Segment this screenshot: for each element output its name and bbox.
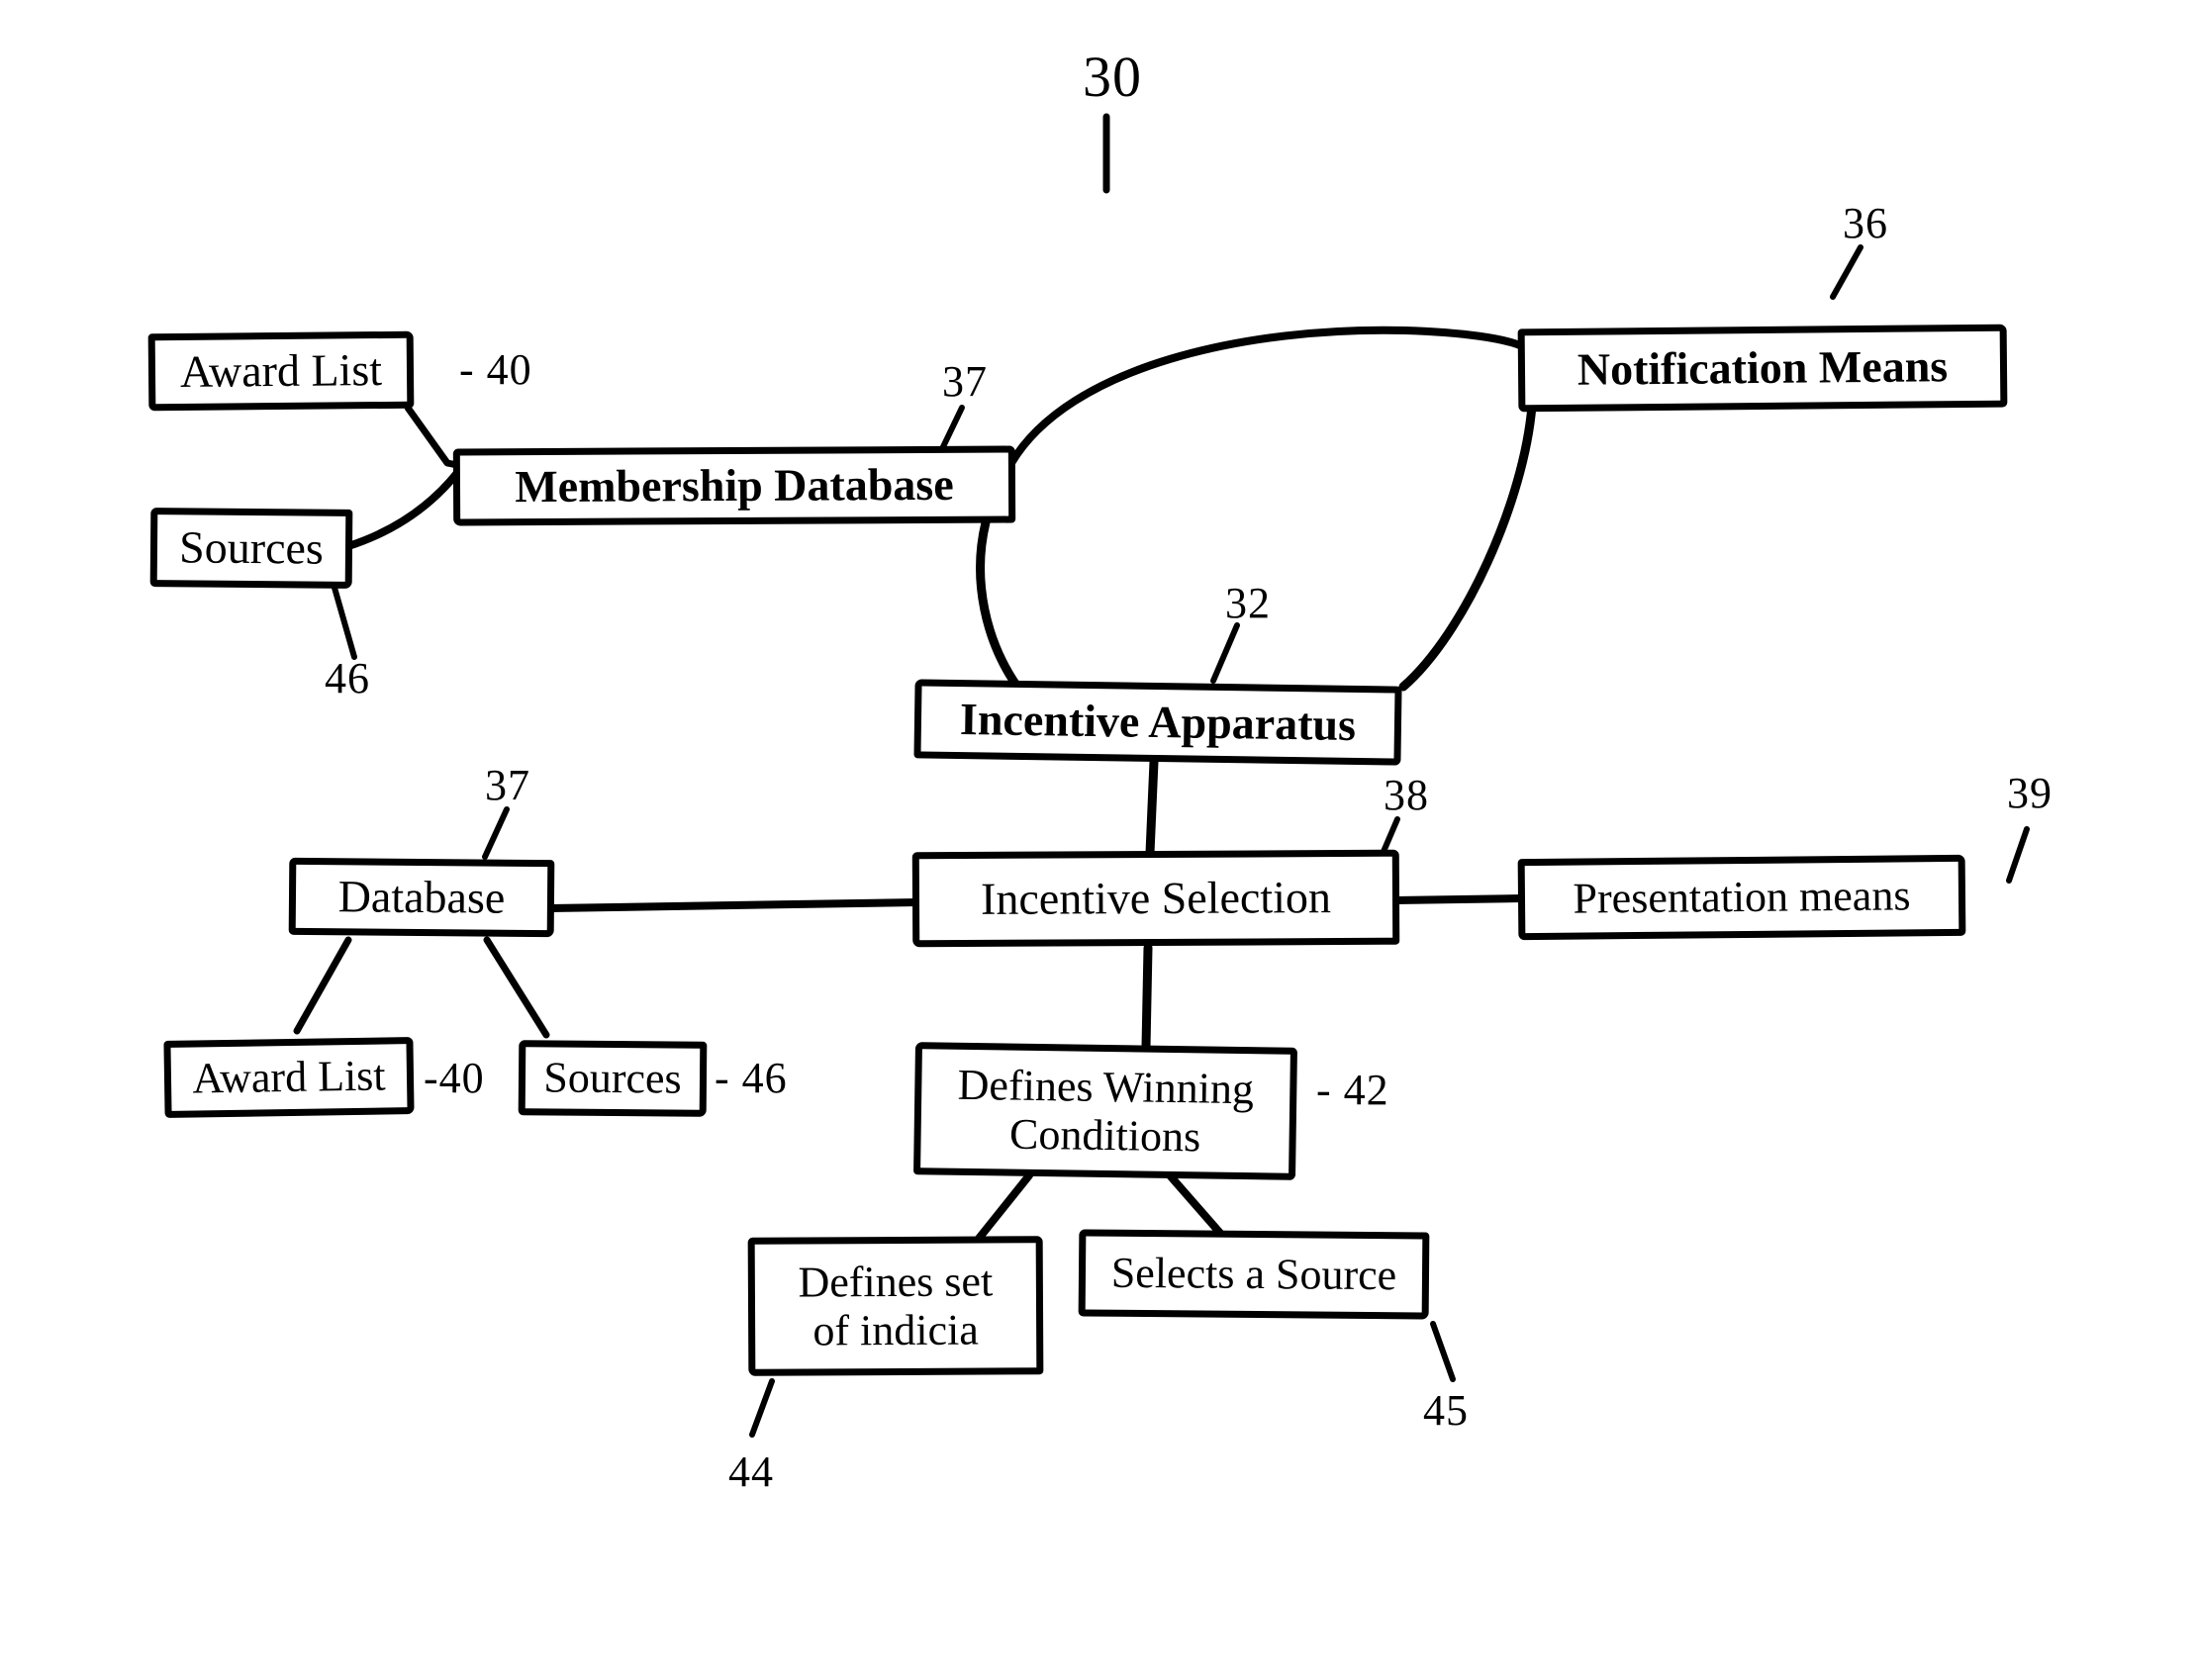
ref-numeral-38: 38 (1384, 771, 1429, 819)
node-label: Notification Means (1576, 340, 1949, 396)
node-sources-bottom[interactable]: Sources (518, 1040, 708, 1117)
wire-database-incentiveselection (546, 898, 922, 912)
ref-numeral-46-bottom: - 46 (715, 1054, 788, 1102)
leader-36 (1830, 244, 1863, 300)
node-award-list-bottom[interactable]: Award List (163, 1037, 415, 1118)
node-defines-set-of-indicia[interactable]: Defines set of indicia (747, 1236, 1044, 1376)
leader-32 (1210, 622, 1240, 684)
wire-database-awardlist (293, 936, 352, 1035)
wire-incentiveapparatus-incentiveselection (1145, 757, 1159, 858)
node-label: Incentive Selection (980, 872, 1332, 925)
ref-numeral-36: 36 (1843, 199, 1888, 247)
node-label: Presentation means (1573, 871, 1911, 923)
connector-lines (293, 113, 2030, 1438)
node-label: Membership Database (515, 459, 954, 513)
wire-sources-membershipdb (344, 469, 461, 550)
node-award-list-top[interactable]: Award List (147, 330, 415, 412)
node-label-line2: Conditions (1008, 1109, 1201, 1162)
node-label: Award List (192, 1051, 386, 1103)
node-label-line1: Defines Winning (957, 1060, 1255, 1113)
wire-incentiveselection-defineswinning (1141, 943, 1153, 1052)
leader-39 (2006, 826, 2030, 884)
wire-membershipdb-notification (1007, 326, 1526, 467)
leader-37-mid (482, 806, 510, 860)
node-sources-top[interactable]: Sources (149, 508, 353, 589)
leader-44 (749, 1378, 775, 1438)
node-label-line2: of indicia (812, 1305, 979, 1355)
node-label: Sources (543, 1053, 682, 1103)
node-label: Sources (178, 521, 325, 574)
node-label: Incentive Apparatus (959, 694, 1357, 751)
node-label: Database (337, 871, 506, 923)
wire-notification-incentiveapparatus (1398, 401, 1537, 692)
leader-45 (1430, 1321, 1456, 1382)
ref-numeral-45: 45 (1423, 1386, 1469, 1435)
wire-defineswinning-definesindicia (970, 1171, 1033, 1249)
node-incentive-apparatus[interactable]: Incentive Apparatus (913, 679, 1402, 766)
node-label-line1: Defines set (798, 1257, 994, 1307)
ref-numeral-46-top: 46 (325, 654, 370, 702)
patent-figure-canvas: Award List Sources Membership Database N… (0, 0, 2197, 1680)
node-label: Selects a Source (1110, 1249, 1397, 1300)
leader-46-top (332, 585, 357, 660)
ref-numeral-40-top: - 40 (459, 345, 532, 394)
wire-membershipdb-incentiveapparatus (976, 517, 1022, 692)
wire-incentiveselection-presentation (1391, 894, 1526, 904)
wire-database-sources (483, 936, 550, 1039)
node-presentation-means[interactable]: Presentation means (1517, 854, 1966, 941)
ref-numeral-40-bottom: -40 (424, 1054, 485, 1102)
ref-numeral-32: 32 (1225, 579, 1271, 627)
node-selects-a-source[interactable]: Selects a Source (1078, 1229, 1430, 1320)
node-defines-winning-conditions[interactable]: Defines Winning Conditions (913, 1042, 1297, 1180)
node-label: Award List (179, 344, 383, 398)
node-incentive-selection[interactable]: Incentive Selection (911, 849, 1400, 948)
ref-numeral-44: 44 (728, 1447, 774, 1496)
node-database[interactable]: Database (288, 857, 555, 938)
ref-numeral-39: 39 (2007, 769, 2053, 817)
ref-numeral-37-mid: 37 (485, 761, 530, 809)
ref-numeral-37-top: 37 (942, 357, 988, 406)
ref-numeral-30: 30 (1083, 45, 1142, 109)
wire-awardlist-membershipdb (404, 404, 461, 469)
node-membership-database[interactable]: Membership Database (452, 445, 1016, 526)
node-notification-means[interactable]: Notification Means (1517, 324, 2008, 413)
ref-numeral-42: - 42 (1316, 1066, 1389, 1114)
